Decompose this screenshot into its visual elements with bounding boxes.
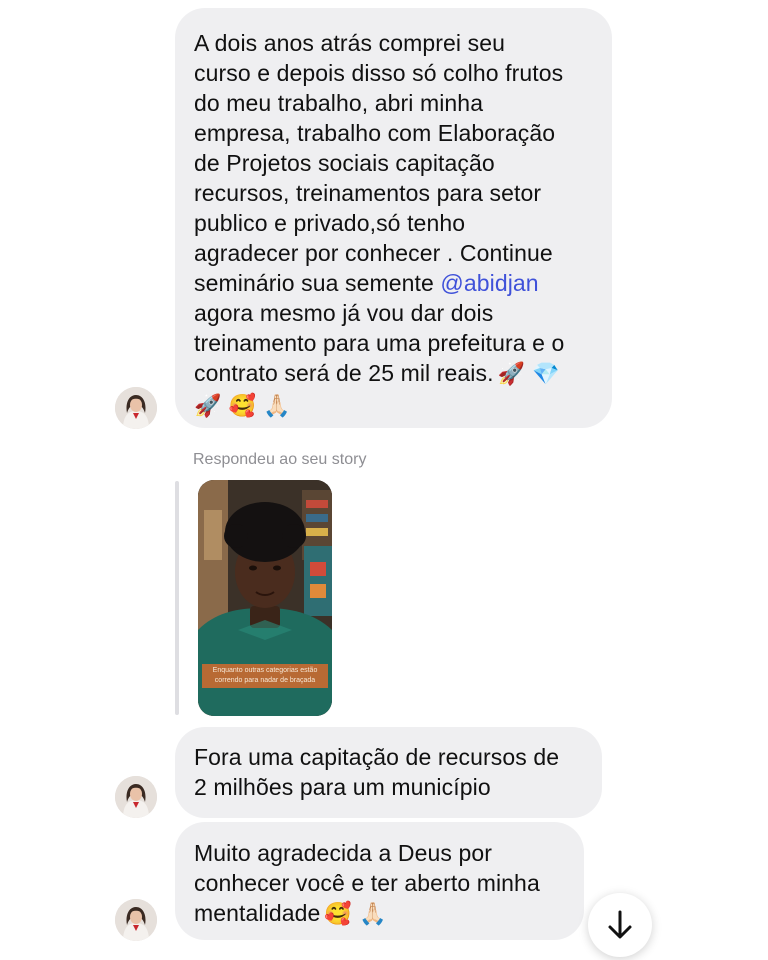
story-reply-label: Respondeu ao seu story [193, 451, 367, 468]
user-avatar [115, 899, 157, 941]
sender-avatar[interactable] [115, 387, 157, 429]
message-bubble-3[interactable]: Muito agradecida a Deus por conhecer voc… [175, 822, 584, 940]
message-text: Fora uma capitação de recursos de 2 milh… [194, 744, 560, 800]
smile-pray-emoji: 🥰 🙏🏻 [324, 902, 387, 927]
sender-avatar[interactable] [115, 899, 157, 941]
story-caption: Enquanto outras categorias estão corrend… [202, 664, 328, 688]
message-bubble-1[interactable]: A dois anos atrás comprei seu curso e de… [175, 8, 612, 428]
user-avatar [115, 776, 157, 818]
message-text: A dois anos atrás comprei seu curso e de… [194, 30, 564, 296]
reply-quote-bar [175, 481, 179, 715]
rocket-gem-emoji: 🚀 💎 [497, 362, 560, 387]
story-thumbnail[interactable]: Enquanto outras categorias estão corrend… [198, 480, 332, 716]
user-avatar [115, 387, 157, 429]
mention-link[interactable]: @abidjan [440, 270, 538, 296]
message-bubble-2[interactable]: Fora uma capitação de recursos de 2 milh… [175, 727, 602, 818]
rocket-smile-pray-emoji: 🚀 🥰 🙏🏻 [194, 394, 291, 419]
sender-avatar[interactable] [115, 776, 157, 818]
arrow-down-icon [608, 910, 632, 939]
scroll-to-bottom-button[interactable] [588, 893, 652, 957]
